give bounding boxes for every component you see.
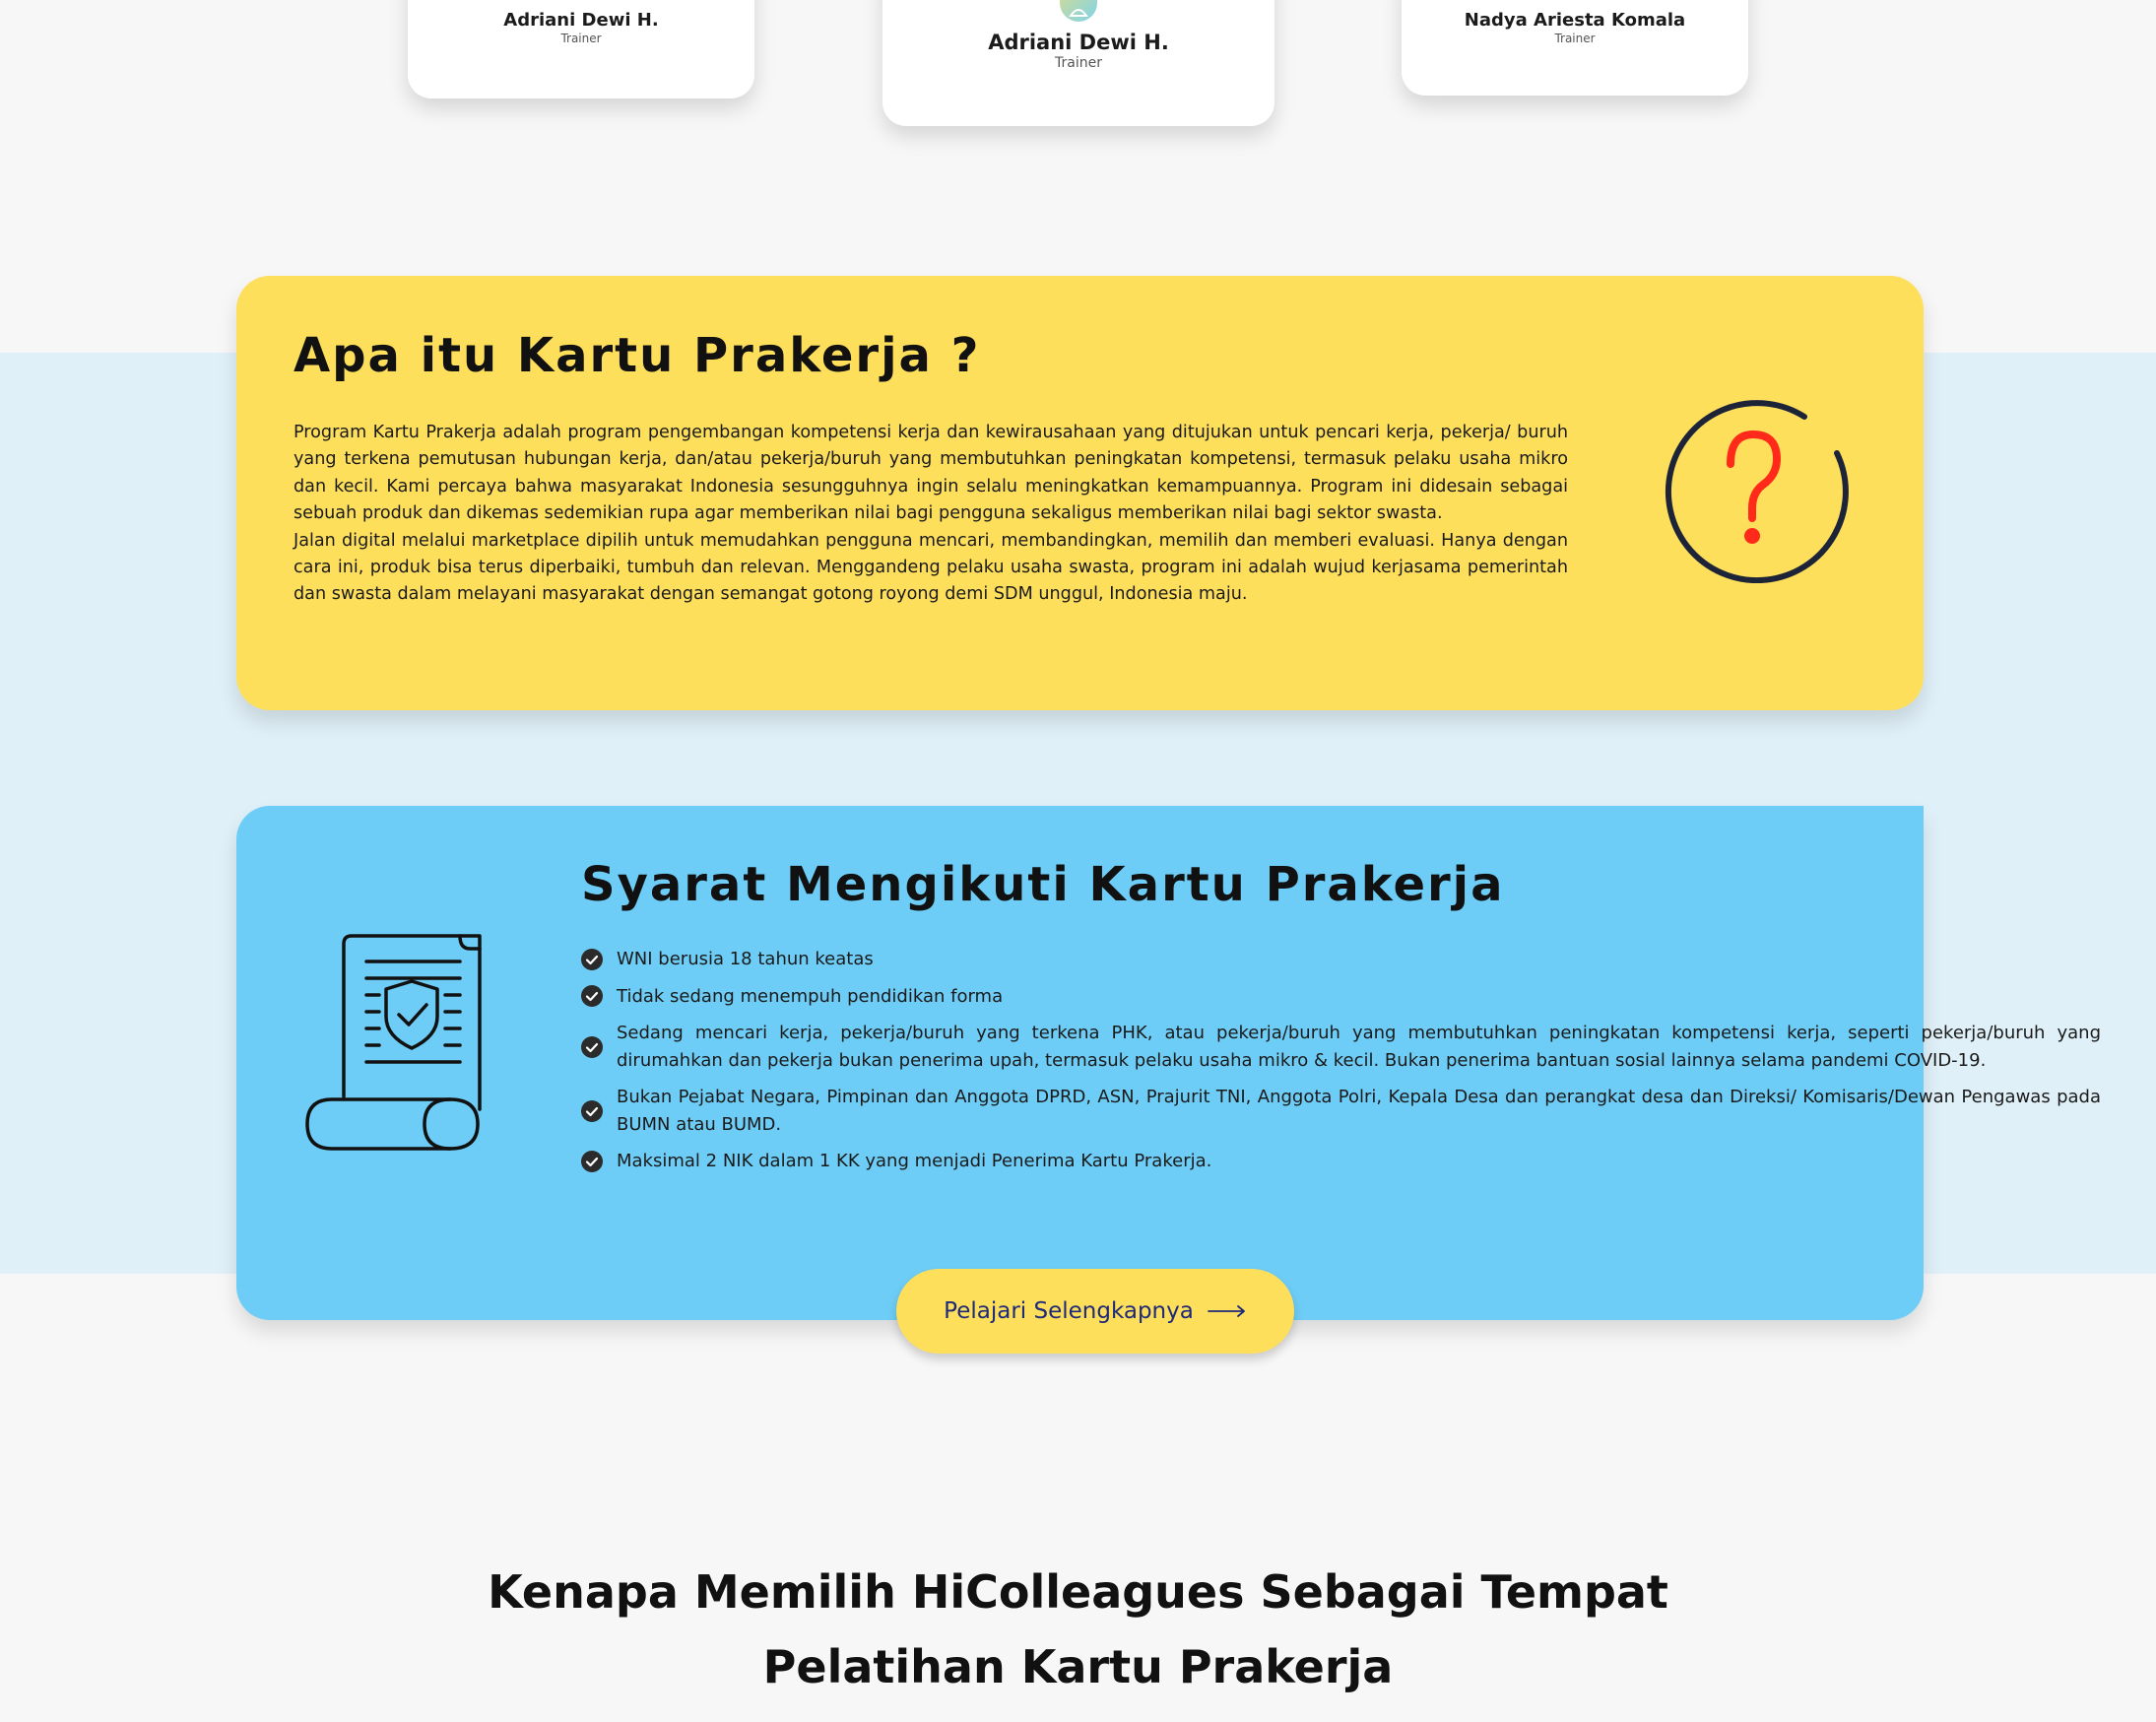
why-title-line: Kenapa Memilih HiColleagues Sebagai Temp… [488,1565,1668,1619]
requirement-item: Tidak sedang menempuh pendidikan forma [581,983,2101,1011]
why-title-line: Pelatihan Kartu Prakerja [762,1640,1394,1693]
why-choose-title: Kenapa Memilih HiColleagues Sebagai Temp… [0,1555,2156,1704]
trainer-card[interactable]: Adriani Dewi H. Trainer [882,0,1274,126]
trainer-name: Nadya Ariesta Komala [1464,10,1686,31]
requirement-item: WNI berusia 18 tahun keatas [581,946,2101,973]
user-icon [1069,9,1088,17]
requirement-text: Tidak sedang menempuh pendidikan forma [617,985,1004,1007]
trainer-name: Adriani Dewi H. [988,31,1169,54]
trainer-role: Trainer [1055,55,1102,71]
check-circle-icon [581,985,603,1008]
check-circle-icon [581,1150,603,1172]
learn-more-label: Pelajari Selengkapnya [944,1298,1194,1324]
document-shield-scroll-icon [305,934,482,1151]
trainer-role: Trainer [560,32,602,45]
info-title: Apa itu Kartu Prakerja ? [294,328,981,383]
requirements-title: Syarat Mengikuti Kartu Prakerja [581,857,1505,912]
check-circle-icon [581,1099,603,1122]
requirement-text: Sedang mencari kerja, pekerja/buruh yang… [617,1023,2101,1071]
trainer-name: Adriani Dewi H. [503,10,659,31]
requirement-item: Sedang mencari kerja, pekerja/buruh yang… [581,1020,2101,1074]
requirements-list: WNI berusia 18 tahun keatas Tidak sedang… [581,946,2101,1185]
info-paragraph: Program Kartu Prakerja adalah program pe… [294,423,1568,524]
check-circle-icon [581,948,603,970]
arrow-right-icon [1207,1305,1245,1317]
requirement-item: Bukan Pejabat Negara, Pimpinan dan Anggo… [581,1084,2101,1138]
info-card: Apa itu Kartu Prakerja ? Program Kartu P… [236,276,1924,710]
requirement-text: WNI berusia 18 tahun keatas [617,949,874,969]
requirement-item: Maksimal 2 NIK dalam 1 KK yang menjadi P… [581,1148,2101,1175]
trainer-avatar [1060,0,1097,22]
requirements-card: Syarat Mengikuti Kartu Prakerja WNI beru… [236,806,2101,1320]
trainer-role: Trainer [1554,32,1596,45]
requirement-text: Maksimal 2 NIK dalam 1 KK yang menjadi P… [617,1151,1212,1171]
learn-more-button[interactable]: Pelajari Selengkapnya [896,1269,1294,1354]
check-circle-icon [581,1035,603,1058]
trainer-card[interactable]: Adriani Dewi H. Trainer [408,0,754,99]
requirement-text: Bukan Pejabat Negara, Pimpinan dan Anggo… [617,1087,2101,1135]
question-circle-icon [1665,400,1849,583]
trainer-card[interactable]: Nadya Ariesta Komala Trainer [1402,0,1748,96]
info-paragraph: Jalan digital melalui marketplace dipili… [294,530,1568,605]
info-text: Program Kartu Prakerja adalah program pe… [294,420,1568,609]
